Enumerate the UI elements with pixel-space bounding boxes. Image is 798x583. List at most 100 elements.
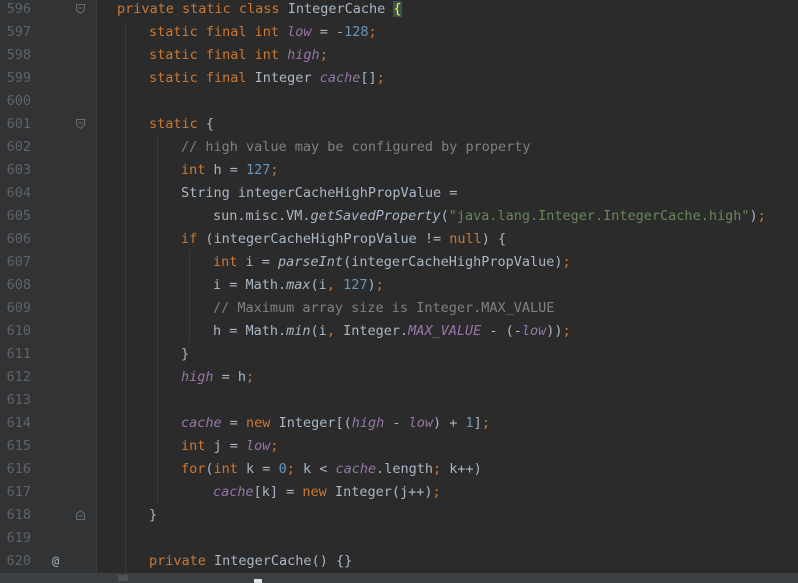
line-number-gutter[interactable]: 596 597 598 599 600 601 602 603 604 605 606 607 608 6… — [0, 0, 96, 583]
line-number: 599 — [6, 70, 31, 86]
code-token: ( — [205, 461, 214, 477]
code-token: 1 — [465, 415, 474, 431]
code-token: String integerCacheHighPropValue = — [181, 185, 458, 201]
line-number: 617 — [6, 484, 31, 500]
code-token: k++) — [449, 461, 482, 477]
line-number: 600 — [6, 93, 31, 109]
code-line[interactable]: int h = 127; — [181, 159, 279, 182]
code-token: i = Math. — [213, 277, 287, 293]
override-marker-icon[interactable]: @ — [52, 550, 59, 573]
code-token: high — [351, 415, 393, 431]
code-token: k < — [302, 461, 336, 477]
code-token: ) — [367, 277, 376, 293]
code-line[interactable]: // Maximum array size is Integer.MAX_VAL… — [213, 297, 554, 320]
code-token: = — [229, 415, 247, 431]
line-number: 609 — [6, 300, 31, 316]
fold-end-icon[interactable] — [76, 510, 85, 520]
line-number: 604 — [6, 185, 31, 201]
code-line[interactable]: } — [181, 343, 189, 366]
indent-guide — [157, 136, 158, 504]
code-line[interactable]: if (integerCacheHighPropValue != null) { — [181, 228, 506, 251]
gutter-row: 604 — [0, 182, 96, 205]
code-token: // high value may be configured by prope… — [181, 139, 531, 155]
code-token: IntegerCache() {} — [214, 553, 353, 569]
code-token: ; — [562, 254, 571, 270]
code-token: low — [521, 323, 547, 339]
code-token: static — [149, 116, 206, 132]
line-number: 616 — [6, 461, 31, 477]
code-token: (integerCacheHighPropValue) — [343, 254, 563, 270]
code-token: ) + — [433, 415, 466, 431]
line-number: 601 — [6, 116, 31, 132]
line-number: 619 — [6, 530, 31, 546]
line-number: 610 — [6, 323, 31, 339]
code-line[interactable]: static final int high; — [149, 44, 328, 67]
code-token: } — [181, 346, 190, 362]
code-line[interactable]: private IntegerCache() {} — [149, 550, 352, 573]
gutter-row: 610 — [0, 320, 96, 343]
code-line[interactable]: static final int low = -128; — [149, 21, 377, 44]
code-token: (integerCacheHighPropValue != — [205, 231, 450, 247]
code-line[interactable]: int j = low; — [181, 435, 279, 458]
gutter-row: 617 — [0, 481, 96, 504]
code-token: max — [286, 277, 311, 293]
fold-start-icon[interactable] — [76, 4, 85, 14]
gutter-row: 618 — [0, 504, 96, 527]
code-area[interactable]: private static class IntegerCache {stati… — [97, 0, 798, 583]
code-token: ) — [749, 208, 758, 224]
code-line[interactable]: String integerCacheHighPropValue = — [181, 182, 457, 205]
code-token: } — [149, 507, 158, 523]
gutter-row: 602 — [0, 136, 96, 159]
code-line[interactable]: private static class IntegerCache { — [117, 0, 402, 21]
line-number: 607 — [6, 254, 31, 270]
horizontal-scrollbar[interactable] — [0, 573, 798, 583]
code-line[interactable]: h = Math.min(i, Integer.MAX_VALUE - (-lo… — [213, 320, 571, 343]
code-token: high — [181, 369, 222, 385]
code-token: .length — [376, 461, 434, 477]
line-number: 606 — [6, 231, 31, 247]
gutter-row: 612 — [0, 366, 96, 389]
code-line[interactable]: sun.misc.VM.getSavedProperty("java.lang.… — [213, 205, 766, 228]
line-number: 615 — [6, 438, 31, 454]
code-token: int — [181, 162, 214, 178]
code-editor[interactable]: 596 597 598 599 600 601 602 603 604 605 606 607 608 6… — [0, 0, 798, 583]
code-token: cache — [181, 415, 230, 431]
code-token: ; — [319, 47, 328, 63]
fold-start-icon[interactable] — [76, 119, 85, 129]
code-token: j = — [213, 438, 247, 454]
line-number: 603 — [6, 162, 31, 178]
gutter-row: 599 — [0, 67, 96, 90]
code-token: high — [287, 47, 320, 63]
code-token: { — [205, 116, 215, 132]
code-line[interactable]: static final Integer cache[]; — [149, 67, 385, 90]
code-line[interactable]: static { — [149, 113, 214, 136]
gutter-row: 614 — [0, 412, 96, 435]
code-line[interactable]: int i = parseInt(integerCacheHighPropVal… — [213, 251, 571, 274]
scrollbar-thumb[interactable] — [118, 575, 128, 581]
code-token: h = Math. — [213, 323, 287, 339]
code-line[interactable]: } — [149, 504, 157, 527]
code-token: { — [393, 1, 402, 17]
gutter-row: 616 — [0, 458, 96, 481]
gutter-row: 603 — [0, 159, 96, 182]
code-line[interactable]: high = h; — [181, 366, 254, 389]
code-token: sun.misc.VM. — [213, 208, 311, 224]
code-token: static final int — [149, 47, 288, 63]
code-line[interactable]: i = Math.max(i, 127); — [213, 274, 384, 297]
line-number: 614 — [6, 415, 31, 431]
code-token: h = — [213, 162, 247, 178]
code-line[interactable]: for(int k = 0; k < cache.length; k++) — [181, 458, 482, 481]
code-line[interactable]: // high value may be configured by prope… — [181, 136, 531, 159]
code-token: for — [181, 461, 206, 477]
code-line[interactable]: cache[k] = new Integer(j++); — [213, 481, 441, 504]
code-token: ] — [473, 415, 482, 431]
gutter-row: 605 — [0, 205, 96, 228]
code-token: Integer[( — [278, 415, 352, 431]
code-token: min — [286, 323, 311, 339]
code-token: i = — [245, 254, 279, 270]
code-token: low — [287, 24, 312, 40]
code-token: int — [181, 438, 214, 454]
code-line[interactable]: cache = new Integer[(high - low) + 1]; — [181, 412, 490, 435]
code-token: ; — [432, 484, 441, 500]
code-token: Integer — [254, 70, 320, 86]
